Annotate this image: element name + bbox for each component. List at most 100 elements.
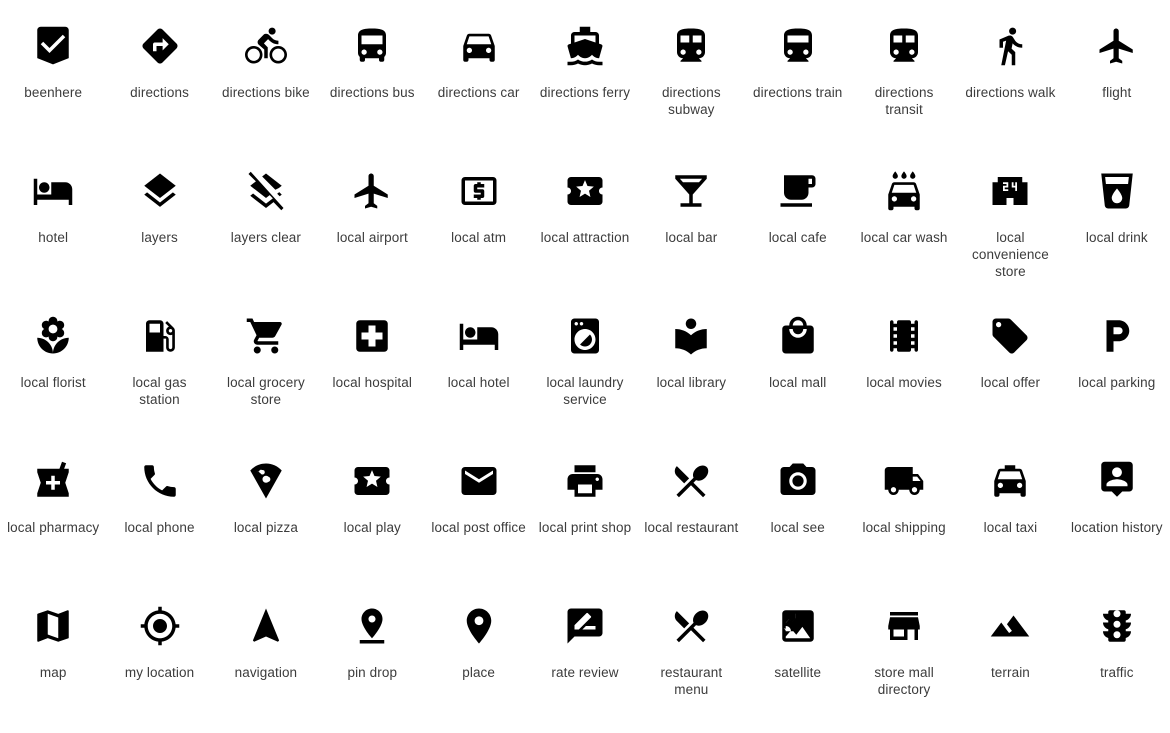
local-hotel-icon bbox=[455, 312, 503, 360]
local-hospital-icon bbox=[348, 312, 396, 360]
icon-label: local play bbox=[343, 520, 401, 535]
icon-cell-local-phone[interactable]: local phone bbox=[106, 443, 212, 588]
icon-label: satellite bbox=[774, 665, 822, 680]
icon-cell-local-grocery-store[interactable]: local grocery store bbox=[213, 298, 319, 443]
icon-cell-directions-car[interactable]: directions car bbox=[425, 8, 531, 153]
icon-cell-directions-bike[interactable]: directions bike bbox=[213, 8, 319, 153]
icon-label: local hotel bbox=[447, 375, 510, 390]
icon-cell-directions-transit[interactable]: directions transit bbox=[851, 8, 957, 153]
icon-cell-local-drink[interactable]: local drink bbox=[1064, 153, 1170, 298]
icon-cell-rate-review[interactable]: rate review bbox=[532, 588, 638, 733]
icon-label: rate review bbox=[551, 665, 619, 680]
icon-label: local shipping bbox=[862, 520, 946, 535]
icon-cell-traffic[interactable]: traffic bbox=[1064, 588, 1170, 733]
icon-cell-local-hospital[interactable]: local hospital bbox=[319, 298, 425, 443]
icon-cell-map[interactable]: map bbox=[0, 588, 106, 733]
icon-cell-directions-subway[interactable]: directions subway bbox=[638, 8, 744, 153]
local-laundry-service-icon bbox=[561, 312, 609, 360]
icon-cell-local-pizza[interactable]: local pizza bbox=[213, 443, 319, 588]
local-library-icon bbox=[667, 312, 715, 360]
icon-cell-local-attraction[interactable]: local attraction bbox=[532, 153, 638, 298]
icon-cell-local-offer[interactable]: local offer bbox=[957, 298, 1063, 443]
local-car-wash-icon bbox=[880, 167, 928, 215]
icon-cell-location-history[interactable]: location history bbox=[1064, 443, 1170, 588]
local-parking-icon bbox=[1093, 312, 1141, 360]
icon-cell-local-airport[interactable]: local airport bbox=[319, 153, 425, 298]
icon-cell-local-atm[interactable]: local atm bbox=[425, 153, 531, 298]
flight-icon bbox=[1093, 22, 1141, 70]
icon-label: local airport bbox=[336, 230, 408, 245]
local-movies-icon bbox=[880, 312, 928, 360]
icon-cell-restaurant-menu[interactable]: restaurant menu bbox=[638, 588, 744, 733]
icon-sheet: beenhere directions directions bike directi… bbox=[0, 0, 1170, 725]
icon-cell-local-parking[interactable]: local parking bbox=[1064, 298, 1170, 443]
icon-cell-directions-ferry[interactable]: directions ferry bbox=[532, 8, 638, 153]
icon-cell-local-see[interactable]: local see bbox=[745, 443, 851, 588]
icon-label: terrain bbox=[990, 665, 1030, 680]
icon-cell-local-hotel[interactable]: local hotel bbox=[425, 298, 531, 443]
icon-label: directions train bbox=[753, 85, 843, 100]
icon-cell-hotel[interactable]: hotel bbox=[0, 153, 106, 298]
icon-cell-local-gas-station[interactable]: local gas station bbox=[106, 298, 212, 443]
local-restaurant-icon bbox=[667, 457, 715, 505]
icon-cell-local-cafe[interactable]: local cafe bbox=[745, 153, 851, 298]
icon-label: local bar bbox=[665, 230, 718, 245]
local-atm-icon bbox=[455, 167, 503, 215]
icon-cell-local-laundry-service[interactable]: local laundry service bbox=[532, 298, 638, 443]
icon-cell-local-play[interactable]: local play bbox=[319, 443, 425, 588]
icon-cell-store-mall-directory[interactable]: store mall directory bbox=[851, 588, 957, 733]
local-play-icon bbox=[348, 457, 396, 505]
icon-cell-local-florist[interactable]: local florist bbox=[0, 298, 106, 443]
icon-cell-my-location[interactable]: my location bbox=[106, 588, 212, 733]
icon-label: navigation bbox=[234, 665, 298, 680]
icon-cell-place[interactable]: place bbox=[425, 588, 531, 733]
icon-label: local atm bbox=[451, 230, 507, 245]
icon-label: local movies bbox=[866, 375, 942, 390]
icon-cell-local-movies[interactable]: local movies bbox=[851, 298, 957, 443]
icon-label: local print shop bbox=[538, 520, 632, 535]
icon-label: local pharmacy bbox=[7, 520, 100, 535]
icon-cell-terrain[interactable]: terrain bbox=[957, 588, 1063, 733]
store-mall-directory-icon bbox=[880, 602, 928, 650]
icon-label: place bbox=[462, 665, 496, 680]
icon-cell-directions-bus[interactable]: directions bus bbox=[319, 8, 425, 153]
directions-train-icon bbox=[774, 22, 822, 70]
icon-cell-local-convenience-store[interactable]: local convenience store bbox=[957, 153, 1063, 298]
icon-label: local pizza bbox=[233, 520, 298, 535]
icon-cell-directions[interactable]: directions bbox=[106, 8, 212, 153]
icon-cell-layers-clear[interactable]: layers clear bbox=[213, 153, 319, 298]
icon-cell-local-car-wash[interactable]: local car wash bbox=[851, 153, 957, 298]
icon-cell-navigation[interactable]: navigation bbox=[213, 588, 319, 733]
navigation-icon bbox=[242, 602, 290, 650]
icon-cell-directions-walk[interactable]: directions walk bbox=[957, 8, 1063, 153]
icon-label: directions transit bbox=[874, 85, 934, 117]
icon-label: store mall directory bbox=[874, 665, 934, 697]
icon-cell-local-shipping[interactable]: local shipping bbox=[851, 443, 957, 588]
icon-cell-directions-train[interactable]: directions train bbox=[745, 8, 851, 153]
place-icon bbox=[455, 602, 503, 650]
local-florist-icon bbox=[29, 312, 77, 360]
directions-bike-icon bbox=[242, 22, 290, 70]
layers-icon bbox=[136, 167, 184, 215]
icon-cell-pin-drop[interactable]: pin drop bbox=[319, 588, 425, 733]
icon-cell-beenhere[interactable]: beenhere bbox=[0, 8, 106, 153]
icon-cell-local-library[interactable]: local library bbox=[638, 298, 744, 443]
icon-label: directions bike bbox=[222, 85, 310, 100]
local-phone-icon bbox=[136, 457, 184, 505]
directions-bus-icon bbox=[348, 22, 396, 70]
icon-cell-layers[interactable]: layers bbox=[106, 153, 212, 298]
icon-cell-local-taxi[interactable]: local taxi bbox=[957, 443, 1063, 588]
icon-cell-local-mall[interactable]: local mall bbox=[745, 298, 851, 443]
icon-cell-local-bar[interactable]: local bar bbox=[638, 153, 744, 298]
icon-cell-satellite[interactable]: satellite bbox=[745, 588, 851, 733]
icon-label: directions subway bbox=[661, 85, 721, 117]
local-cafe-icon bbox=[774, 167, 822, 215]
icon-label: traffic bbox=[1100, 665, 1134, 680]
icon-cell-local-post-office[interactable]: local post office bbox=[425, 443, 531, 588]
icon-cell-local-print-shop[interactable]: local print shop bbox=[532, 443, 638, 588]
icon-label: layers bbox=[141, 230, 178, 245]
icon-cell-local-pharmacy[interactable]: local pharmacy bbox=[0, 443, 106, 588]
icon-cell-flight[interactable]: flight bbox=[1064, 8, 1170, 153]
icon-grid: beenhere directions directions bike directi… bbox=[0, 0, 1170, 733]
icon-cell-local-restaurant[interactable]: local restaurant bbox=[638, 443, 744, 588]
